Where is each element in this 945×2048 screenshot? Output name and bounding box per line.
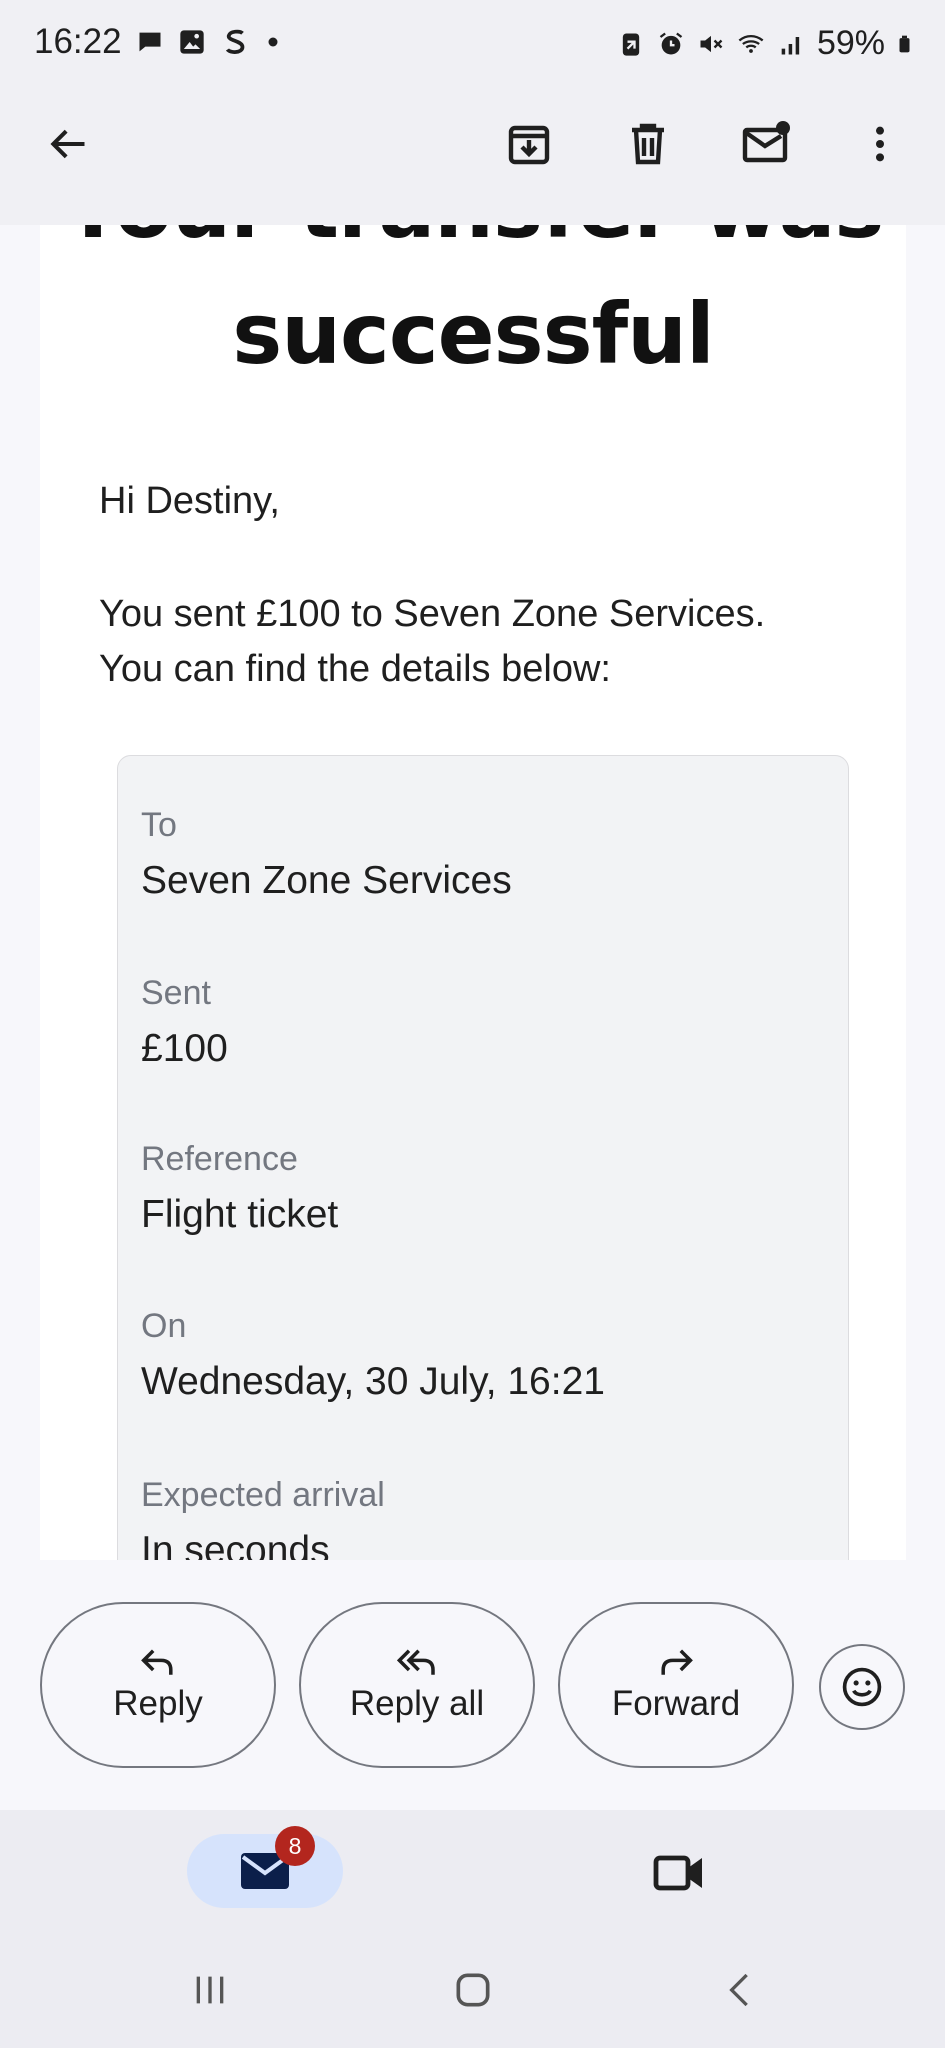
email-greeting: Hi Destiny, (99, 480, 280, 522)
back-button[interactable] (36, 112, 100, 176)
back-arrow-icon (50, 129, 85, 159)
bottom-nav: 8 (0, 1810, 945, 1930)
detail-sent: Sent £100 (141, 974, 228, 1071)
detail-on: On Wednesday, 30 July, 16:21 (141, 1307, 605, 1404)
email-body-line2: You can find the details below: (99, 648, 611, 690)
detail-value: £100 (141, 1027, 228, 1070)
recents-button[interactable] (175, 1960, 245, 2020)
video-camera-icon (653, 1855, 702, 1891)
more-options-button[interactable] (848, 112, 912, 176)
signal-icon (781, 36, 800, 54)
meet-tab[interactable] (648, 1844, 712, 1900)
unread-badge: 8 (275, 1826, 315, 1866)
action-row: Reply Reply all Forward (0, 1560, 945, 1810)
recents-icon (196, 1976, 224, 2004)
battery-icon (899, 35, 910, 52)
transfer-details-box: To Seven Zone Services Sent £100 Referen… (117, 755, 849, 1560)
delete-button[interactable] (616, 112, 680, 176)
reply-all-button[interactable]: Reply all (299, 1602, 535, 1768)
reply-label: Reply (113, 1684, 203, 1723)
forward-icon (661, 1649, 693, 1675)
home-icon (456, 1973, 490, 2007)
app-bar (0, 90, 945, 225)
email-headline-line1: Your transfer was (40, 225, 906, 257)
detail-value: Flight ticket (141, 1193, 339, 1236)
status-right: 59% (617, 24, 917, 63)
archive-button[interactable] (497, 112, 561, 176)
detail-reference: Reference Flight ticket (141, 1140, 338, 1237)
dot-icon (268, 37, 278, 47)
mark-unread-button[interactable] (735, 112, 799, 176)
battery-saver-icon (622, 33, 640, 56)
gallery-icon (179, 30, 204, 54)
detail-to: To Seven Zone Services (141, 806, 512, 903)
wifi-icon (738, 34, 764, 53)
email-body-text: You sent £100 to Seven Zone Services. Yo… (99, 587, 899, 697)
detail-value: In seconds (141, 1529, 330, 1560)
emoji-reaction-button[interactable] (819, 1644, 905, 1730)
home-button[interactable] (438, 1960, 508, 2020)
email-headline-line2: successful (232, 285, 715, 383)
forward-button[interactable]: Forward (558, 1602, 794, 1768)
system-nav (0, 1930, 945, 2048)
forward-label: Forward (611, 1684, 741, 1723)
more-vert-icon (876, 126, 884, 162)
status-time: 16:22 (34, 22, 122, 61)
detail-label: Reference (141, 1140, 298, 1178)
reply-button[interactable]: Reply (40, 1602, 276, 1768)
reply-icon (141, 1649, 173, 1675)
mark-unread-icon (742, 121, 790, 163)
mail-tab[interactable] (187, 1834, 343, 1908)
s-app-icon (225, 29, 244, 54)
archive-icon (508, 125, 550, 165)
detail-label: On (141, 1307, 187, 1345)
detail-expected-arrival: Expected arrival In seconds (141, 1476, 385, 1560)
reply-all-label: Reply all (349, 1684, 485, 1723)
detail-label: Sent (141, 974, 211, 1012)
smiley-icon (842, 1667, 882, 1707)
detail-value: Seven Zone Services (141, 859, 512, 902)
delete-icon (632, 123, 664, 165)
system-back-button[interactable] (705, 1960, 775, 2020)
email-body[interactable]: Your transfer was successful Hi Destiny,… (0, 225, 945, 1560)
reply-all-icon (396, 1649, 435, 1675)
email-card: Your transfer was successful Hi Destiny,… (40, 225, 906, 1560)
detail-value: Wednesday, 30 July, 16:21 (141, 1360, 605, 1403)
status-left: 16:22 (34, 22, 282, 62)
mute-icon (700, 35, 723, 52)
status-bar: 16:22 59% (0, 0, 945, 90)
detail-label: To (141, 806, 177, 844)
email-body-line1: You sent £100 to Seven Zone Services. (99, 593, 766, 635)
battery-percent: 59% (816, 24, 885, 62)
chat-icon (139, 32, 161, 52)
detail-label: Expected arrival (141, 1476, 385, 1514)
chevron-left-icon (729, 1973, 748, 2007)
alarm-icon (659, 32, 683, 54)
